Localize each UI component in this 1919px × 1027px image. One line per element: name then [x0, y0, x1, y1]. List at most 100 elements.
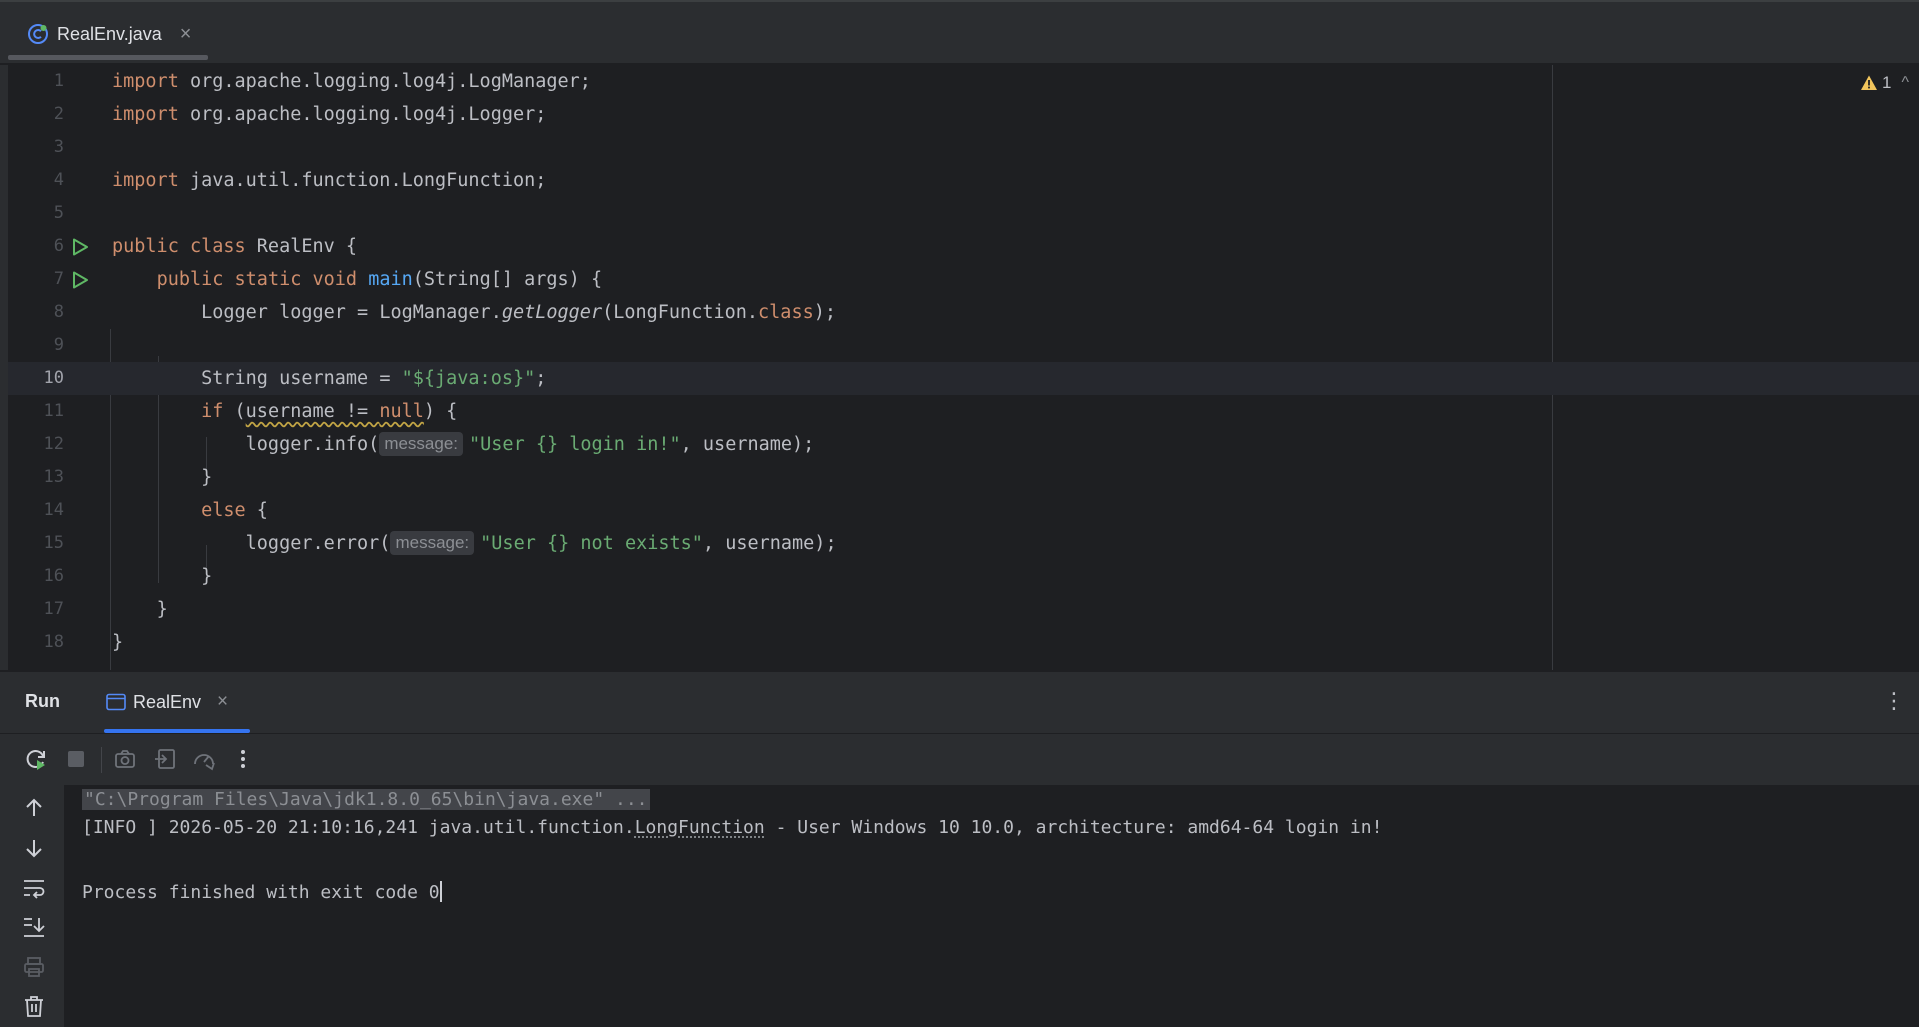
code-text: logger.error(message: "User {} not exists…: [112, 527, 837, 560]
code-segment: RealEnv {: [246, 236, 357, 257]
code-line: 6 public class RealEnv {: [8, 230, 1919, 263]
code-text: import org.apache.logging.log4j.LogManag…: [112, 65, 591, 98]
keyword: import: [112, 104, 179, 125]
run-icon[interactable]: [70, 270, 90, 290]
scroll-down-button[interactable]: [22, 836, 46, 860]
run-tool-window: Run RealEnv × ⋮ "C:\Program Files\Java\j…: [0, 671, 1919, 1027]
exit-icon: [153, 747, 177, 771]
class-link[interactable]: LongFunction: [635, 817, 765, 838]
console-side-toolbar: [0, 785, 64, 1027]
line-number: 1: [16, 65, 64, 98]
more-actions-button[interactable]: [231, 747, 255, 771]
text-caret: [440, 881, 442, 902]
print-icon: [22, 955, 46, 979]
profiler-icon: [192, 747, 216, 771]
code-segment: logger.info(: [246, 434, 380, 455]
window-top-edge: [0, 0, 1919, 2]
scroll-to-end-button[interactable]: [22, 915, 46, 939]
line-number: 15: [16, 527, 64, 560]
line-number: 2: [16, 98, 64, 131]
console-output[interactable]: "C:\Program Files\Java\jdk1.8.0_65\bin\j…: [64, 785, 1919, 1027]
code-text: if (username != null) {: [112, 395, 457, 428]
console-line: Process finished with exit code 0: [82, 878, 442, 908]
print-button[interactable]: [22, 955, 46, 979]
code-line: 12 logger.info(message: "User {} login in…: [8, 428, 1919, 461]
code-line-current: 10 String username = "${java:os}";: [8, 362, 1919, 395]
code-text: String username = "${java:os}";: [112, 362, 546, 395]
code-line: 9: [8, 329, 1919, 362]
code-text: public class RealEnv {: [112, 230, 357, 263]
keyword: import: [112, 71, 179, 92]
code-text: public static void main(String[] args) {: [112, 263, 602, 296]
code-text: }: [112, 626, 123, 659]
line-number: 11: [16, 395, 64, 428]
code-segment: String username =: [201, 368, 401, 389]
rerun-icon: [24, 747, 48, 771]
code-line: 4 import java.util.function.LongFunction…: [8, 164, 1919, 197]
code-text: else {: [112, 494, 268, 527]
code-segment: (LongFunction.: [602, 302, 758, 323]
code-line: 16 }: [8, 560, 1919, 593]
code-segment: org.apache.logging.log4j.LogManager;: [179, 71, 591, 92]
profiler-button[interactable]: [192, 747, 216, 771]
soft-wrap-icon: [22, 876, 46, 900]
code-text: logger.info(message: "User {} login in!",…: [112, 428, 814, 461]
toolbar-separator: [101, 747, 102, 773]
run-icon[interactable]: [70, 237, 90, 257]
close-icon[interactable]: ×: [180, 23, 192, 46]
soft-wrap-button[interactable]: [22, 876, 46, 900]
dump-threads-button[interactable]: [113, 747, 137, 771]
line-number: 3: [16, 131, 64, 164]
code-line: 17 }: [8, 593, 1919, 626]
code-line: 1 import org.apache.logging.log4j.LogMan…: [8, 65, 1919, 98]
code-segment: java.util.function.LongFunction;: [179, 170, 547, 191]
rerun-button[interactable]: [24, 747, 48, 771]
command-line[interactable]: "C:\Program Files\Java\jdk1.8.0_65\bin\j…: [82, 789, 650, 810]
editor-tab-realenv[interactable]: RealEnv.java ×: [8, 14, 208, 54]
close-icon[interactable]: ×: [217, 691, 228, 713]
more-options-icon: [231, 747, 255, 771]
stop-button[interactable]: [64, 747, 88, 771]
exit-button[interactable]: [153, 747, 177, 771]
scroll-up-button[interactable]: [22, 796, 46, 820]
arrow-up-icon: [22, 796, 46, 820]
line-number: 6: [16, 230, 64, 263]
code-text: import org.apache.logging.log4j.Logger;: [112, 98, 546, 131]
editor-tab-bar: RealEnv.java ×: [0, 0, 1919, 64]
code-line: 15 logger.error(message: "User {} not exi…: [8, 527, 1919, 560]
warning-highlight[interactable]: username != null: [246, 401, 424, 422]
line-number: 9: [16, 329, 64, 362]
keyword: class: [758, 302, 814, 323]
code-segment: ) {: [424, 401, 457, 422]
code-segment: }: [201, 566, 212, 587]
log-text: - User Windows 10 10.0, architecture: am…: [765, 817, 1383, 838]
code-line: 5: [8, 197, 1919, 230]
code-line: 7 public static void main(String[] args)…: [8, 263, 1919, 296]
run-panel-header: Run RealEnv × ⋮: [0, 672, 1919, 734]
code-line: 13 }: [8, 461, 1919, 494]
code-segment: (String[] args) {: [413, 269, 602, 290]
code-line: 8 Logger logger = LogManager.getLogger(L…: [8, 296, 1919, 329]
string-literal: "User {} not exists": [480, 533, 703, 554]
run-tab-realenv[interactable]: RealEnv ×: [104, 682, 250, 722]
string-literal: "User {} login in!": [469, 434, 681, 455]
keyword: public static void: [157, 269, 357, 290]
code-segment: username !=: [246, 401, 380, 422]
java-class-icon: [27, 23, 49, 45]
code-text: Logger logger = LogManager.getLogger(Lon…: [112, 296, 836, 329]
parameter-hint: message:: [379, 432, 463, 456]
more-options-icon[interactable]: ⋮: [1883, 688, 1905, 714]
line-number: 5: [16, 197, 64, 230]
string-literal: "${java:os}": [402, 368, 536, 389]
console-scrollbar[interactable]: [1911, 785, 1919, 1027]
exit-text: Process finished with exit code 0: [82, 882, 440, 903]
method-name: getLogger: [502, 302, 602, 323]
parameter-hint: message:: [390, 531, 474, 555]
keyword: if: [201, 401, 223, 422]
keyword: null: [379, 401, 424, 422]
method-name: main: [368, 269, 413, 290]
stop-icon: [64, 747, 88, 771]
clear-all-button[interactable]: [22, 994, 46, 1018]
code-editor[interactable]: 1 ^ 1 import org.apache.logging.log4j.Lo…: [0, 65, 1919, 670]
code-segment: ;: [535, 368, 546, 389]
